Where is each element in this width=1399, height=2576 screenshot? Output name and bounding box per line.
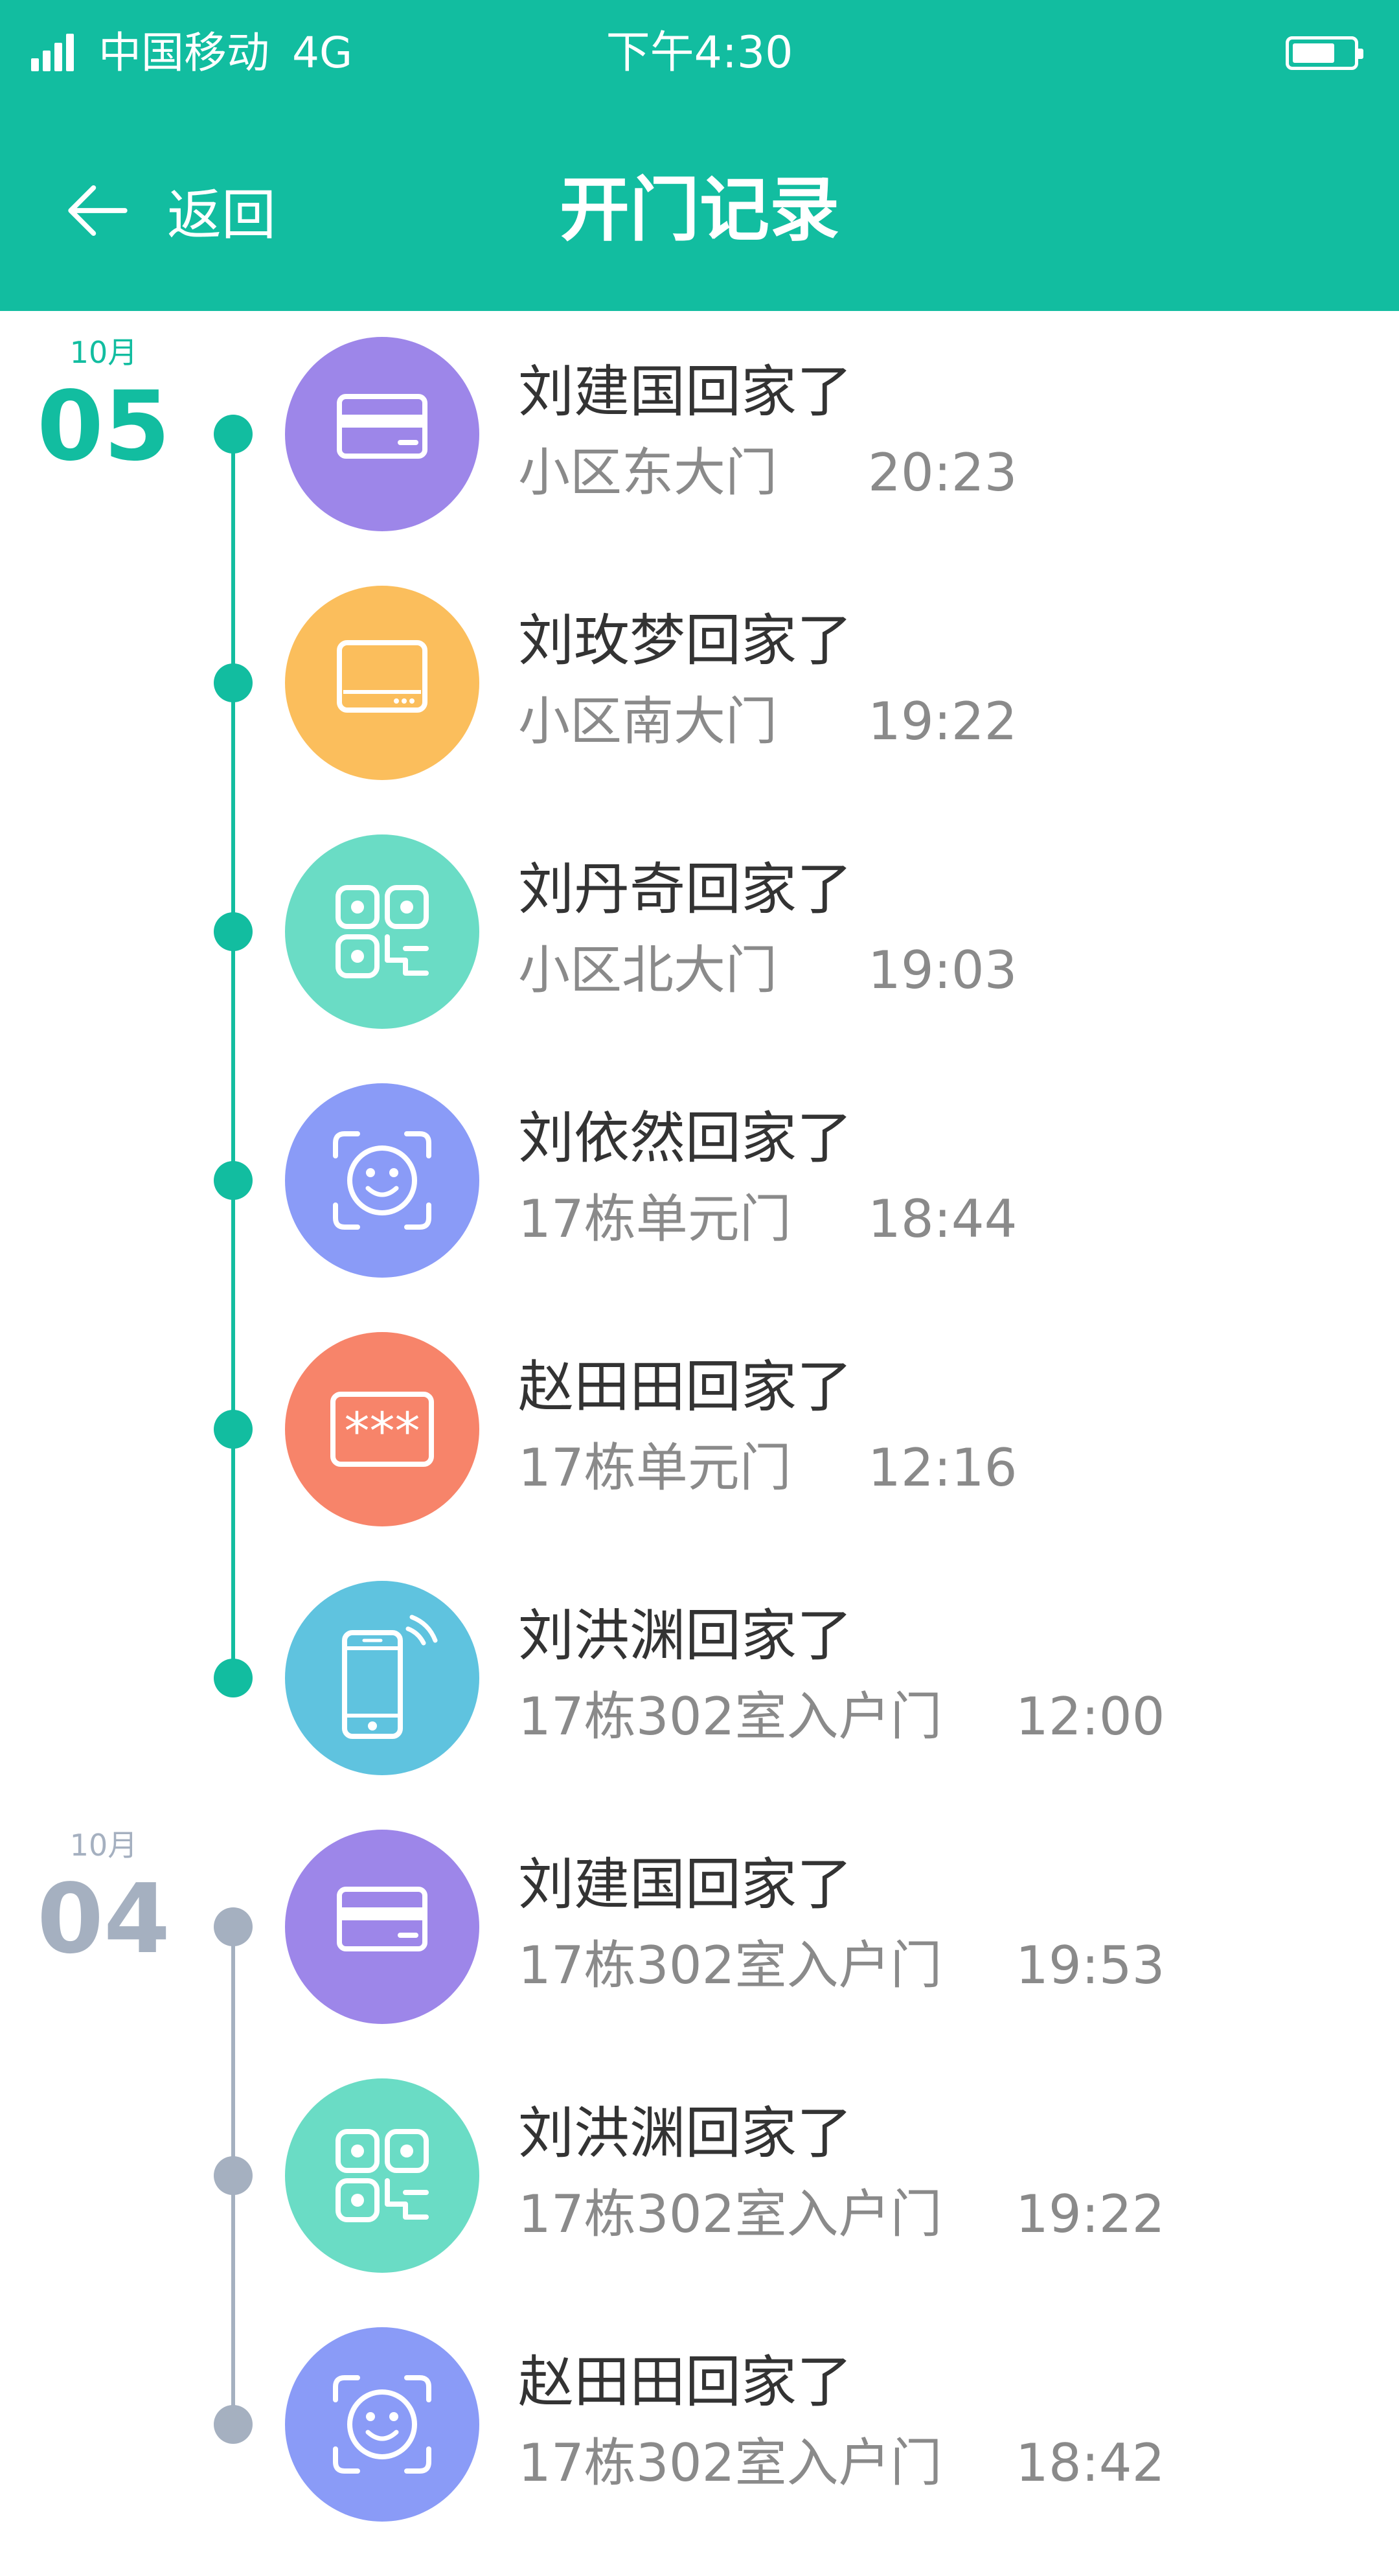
record-name: 赵田田回家了 — [518, 1355, 852, 1420]
record-place: 小区南大门 — [518, 691, 777, 752]
face-scan-icon — [285, 2327, 479, 2522]
record-place: 17栋单元门 — [518, 1438, 791, 1498]
timeline-dot — [214, 2405, 253, 2444]
record-time: 12:16 — [868, 1438, 1018, 1498]
record-item[interactable]: 刘依然回家了 17栋单元门 18:44 — [0, 1083, 1399, 1278]
record-name: 刘玫梦回家了 — [518, 608, 852, 673]
date-group: 10月 05 刘建国回家了 小区东大门 20:23 刘玫梦回家了 小区南大门 19:22 刘丹奇… — [0, 335, 1399, 1830]
timeline-dot — [214, 1410, 253, 1449]
timeline-dot — [214, 1659, 253, 1697]
record-item[interactable]: 刘洪渊回家了 17栋302室入户门 12:00 — [0, 1581, 1399, 1775]
record-item[interactable]: 刘丹奇回家了小区北大门 19:03 — [0, 834, 1399, 1029]
record-place: 小区东大门 — [518, 443, 777, 503]
record-time: 18:44 — [868, 1189, 1018, 1249]
record-place: 小区北大门 — [518, 940, 777, 1000]
record-name: 刘建国回家了 — [518, 1852, 852, 1917]
battery-icon — [1286, 36, 1363, 70]
record-time: 19:22 — [1016, 2184, 1165, 2244]
timeline-dot — [214, 1907, 253, 1946]
timeline-dot — [214, 663, 253, 702]
timeline-dot — [214, 415, 253, 454]
qr-code-icon — [285, 834, 479, 1029]
record-item[interactable]: 刘建国回家了 17栋302室入户门 19:53 — [0, 1830, 1399, 2024]
password-icon: *** — [285, 1332, 479, 1526]
qr-code-icon — [285, 2078, 479, 2273]
record-time: 20:23 — [868, 443, 1018, 503]
record-place: 17栋302室入户门 — [518, 1686, 942, 1747]
record-item[interactable]: 赵田田回家了 17栋302室入户门 18:42 — [0, 2327, 1399, 2522]
phone-nfc-icon — [285, 1581, 479, 1775]
timeline-dot — [214, 912, 253, 951]
nav-bar: 返回 开门记录 — [0, 110, 1399, 311]
record-name: 刘建国回家了 — [518, 360, 852, 424]
record-place: 17栋302室入户门 — [518, 2433, 942, 2493]
record-name: 刘丹奇回家了 — [518, 857, 852, 922]
date-group: 10月 04 刘建国回家了 17栋302室入户门 19:53 刘洪渊回家了 17栋302室入… — [0, 1828, 1399, 2576]
card-icon — [285, 1830, 479, 2024]
record-time: 19:03 — [868, 940, 1018, 1000]
record-item[interactable]: 刘建国回家了小区东大门 20:23 — [0, 337, 1399, 531]
record-time: 18:42 — [1016, 2433, 1165, 2493]
status-bar: 中国移动 4G 下午4:30 — [0, 0, 1399, 110]
timeline-dot — [214, 1161, 253, 1200]
record-name: 刘洪渊回家了 — [518, 1604, 852, 1668]
record-name: 刘洪渊回家了 — [518, 2101, 852, 2166]
record-item[interactable]: 刘玫梦回家了小区南大门 19:22 — [0, 586, 1399, 780]
record-time: 12:00 — [1016, 1686, 1165, 1747]
svg-text:***: *** — [345, 1403, 420, 1461]
record-time: 19:53 — [1016, 1935, 1165, 1995]
card-icon — [285, 337, 479, 531]
record-name: 刘依然回家了 — [518, 1106, 852, 1171]
record-list[interactable]: 10月 05 刘建国回家了 小区东大门 20:23 刘玫梦回家了 小区南大门 19:22 刘丹奇… — [0, 311, 1399, 2522]
timeline-dot — [214, 2156, 253, 2195]
record-time: 19:22 — [868, 691, 1018, 752]
record-name: 赵田田回家了 — [518, 2350, 852, 2415]
record-item[interactable]: 刘洪渊回家了 17栋302室入户门 19:22 — [0, 2078, 1399, 2273]
record-place: 17栋302室入户门 — [518, 1935, 942, 1995]
status-time: 下午4:30 — [606, 27, 793, 78]
header: 中国移动 4G 下午4:30 返回 开门记录 — [0, 0, 1399, 311]
face-scan-icon — [285, 1083, 479, 1278]
page-title: 开门记录 — [559, 170, 839, 251]
record-place: 17栋单元门 — [518, 1189, 791, 1249]
tablet-icon — [285, 586, 479, 780]
record-item[interactable]: *** 赵田田回家了 17栋单元门 12:16 — [0, 1332, 1399, 1526]
record-place: 17栋302室入户门 — [518, 2184, 942, 2244]
